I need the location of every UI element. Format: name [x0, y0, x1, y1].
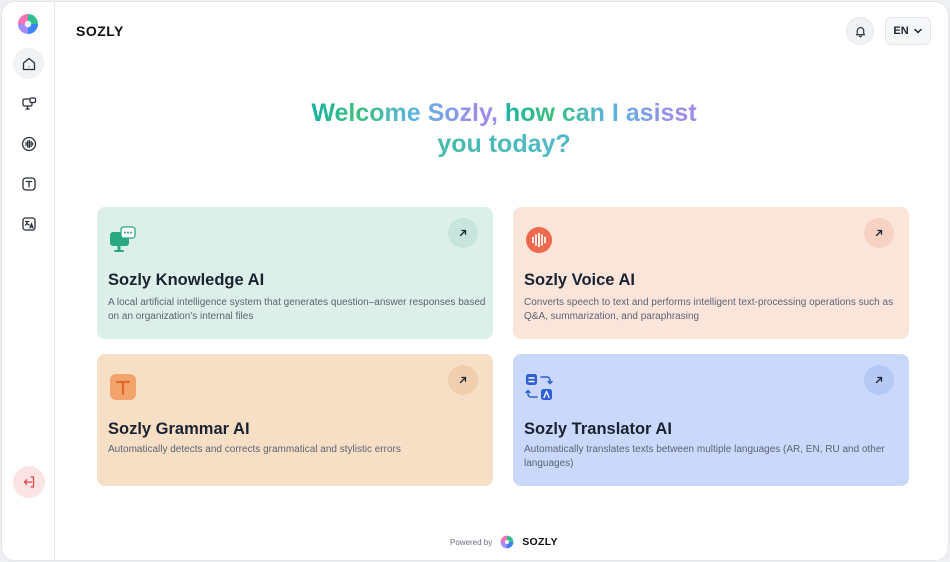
- sidebar: [2, 2, 55, 560]
- card-voice-ai[interactable]: Sozly Voice AI Converts speech to text a…: [513, 207, 909, 339]
- translate-icon: [525, 374, 553, 400]
- card-title: Sozly Grammar AI: [108, 420, 250, 438]
- sidebar-item-translator[interactable]: [13, 208, 44, 239]
- powered-by-label: Powered by: [450, 537, 493, 547]
- card-grammar-ai[interactable]: Sozly Grammar AI Automatically detects a…: [97, 354, 493, 486]
- card-translator-ai[interactable]: Sozly Translator AI Automatically transl…: [513, 354, 909, 486]
- chevron-down-icon: [913, 28, 922, 34]
- card-description: Automatically detects and corrects gramm…: [108, 444, 401, 455]
- card-title: Sozly Knowledge AI: [108, 271, 265, 289]
- text-t-icon: [21, 176, 36, 191]
- logout-button[interactable]: [13, 466, 45, 498]
- card-description: Automatically translates texts between m…: [524, 444, 885, 469]
- chat-screen-icon: [21, 96, 36, 110]
- welcome-part-3: you today?: [262, 129, 746, 160]
- arrow-up-right-icon: [459, 229, 467, 237]
- open-arrow-button[interactable]: [448, 365, 478, 395]
- footer: Powered by SOZLY: [450, 535, 558, 549]
- sidebar-item-grammar[interactable]: [13, 168, 44, 199]
- open-arrow-button[interactable]: [864, 218, 894, 248]
- sidebar-item-home[interactable]: [13, 48, 44, 79]
- welcome-part-2: how can I asisst: [504, 99, 697, 127]
- card-description: A local artificial intelligence system t…: [108, 297, 486, 322]
- sozly-logo-icon[interactable]: [17, 13, 39, 35]
- translate-icon: [21, 216, 36, 231]
- arrow-up-right-icon: [875, 376, 883, 384]
- card-description: Converts speech to text and performs int…: [524, 297, 894, 322]
- open-arrow-button[interactable]: [448, 218, 478, 248]
- logout-icon: [23, 476, 35, 488]
- app-window: SOZLY EN Welcome Sozly, how can I asisst…: [1, 1, 949, 561]
- arrow-up-right-icon: [459, 376, 467, 384]
- brand-logo-text[interactable]: SOZLY: [76, 23, 124, 39]
- card-title: Sozly Voice AI: [524, 271, 635, 289]
- sound-wave-icon: [526, 227, 552, 253]
- footer-brand[interactable]: SOZLY: [522, 536, 558, 548]
- arrow-up-right-icon: [875, 229, 883, 237]
- sidebar-item-voice[interactable]: [13, 128, 44, 159]
- sound-wave-icon: [21, 136, 36, 151]
- text-t-icon: [110, 374, 136, 400]
- sidebar-item-knowledge[interactable]: [13, 88, 44, 119]
- card-knowledge-ai[interactable]: Sozly Knowledge AI A local artificial in…: [97, 207, 493, 339]
- notifications-button[interactable]: [846, 17, 874, 45]
- chat-screen-icon: [110, 226, 136, 252]
- welcome-heading: Welcome Sozly, how can I asisst you toda…: [262, 98, 746, 160]
- sozly-logo-icon: [500, 535, 514, 549]
- bell-icon: [855, 26, 865, 37]
- card-title: Sozly Translator AI: [524, 420, 672, 438]
- language-selector[interactable]: EN: [885, 17, 931, 45]
- open-arrow-button[interactable]: [864, 365, 894, 395]
- welcome-part-1: Welcome Sozly,: [311, 99, 498, 127]
- language-label: EN: [893, 25, 909, 37]
- home-icon: [22, 57, 35, 70]
